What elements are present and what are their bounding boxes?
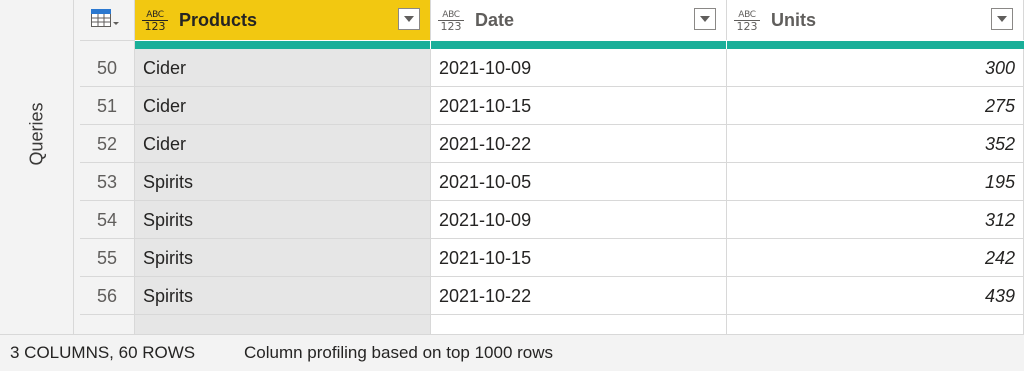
- row-number: [80, 315, 135, 334]
- cell-products[interactable]: Cider: [135, 125, 431, 163]
- table-row[interactable]: 53 Spirits 2021-10-05 195: [80, 163, 1024, 201]
- status-summary: 3 COLUMNS, 60 ROWS: [10, 343, 196, 362]
- cell-products[interactable]: Spirits: [135, 201, 431, 239]
- column-title: Units: [771, 10, 816, 30]
- row-number: 55: [80, 239, 135, 277]
- column-filter-button[interactable]: [398, 8, 420, 30]
- column-quality-bar[interactable]: [727, 41, 1024, 49]
- row-number: 56: [80, 277, 135, 315]
- cell-products[interactable]: Spirits: [135, 163, 431, 201]
- column-filter-button[interactable]: [991, 8, 1013, 30]
- data-grid: ABC 123 Products ABC 123 Date ABC 123 Un…: [80, 0, 1024, 334]
- table-icon: [91, 9, 119, 27]
- table-row[interactable]: 56 Spirits 2021-10-22 439: [80, 277, 1024, 315]
- cell-date[interactable]: [431, 315, 727, 334]
- table-row-partial[interactable]: [80, 315, 1024, 334]
- type-any-icon[interactable]: ABC 123: [734, 10, 760, 32]
- cell-date[interactable]: 2021-10-15: [431, 239, 727, 277]
- cell-date[interactable]: 2021-10-05: [431, 163, 727, 201]
- chevron-down-icon: [700, 16, 710, 22]
- column-header-date[interactable]: ABC 123 Date: [431, 0, 727, 40]
- cell-date[interactable]: 2021-10-09: [431, 201, 727, 239]
- cell-units[interactable]: 300: [727, 49, 1024, 87]
- cell-products[interactable]: Cider: [135, 87, 431, 125]
- cell-units[interactable]: 439: [727, 277, 1024, 315]
- row-number: 51: [80, 87, 135, 125]
- cell-date[interactable]: 2021-10-22: [431, 125, 727, 163]
- chevron-down-icon: [404, 16, 414, 22]
- type-icon-bottom: 123: [142, 20, 168, 32]
- column-title: Date: [475, 10, 515, 30]
- column-title: Products: [179, 10, 258, 30]
- cell-products[interactable]: Spirits: [135, 277, 431, 315]
- column-header-units[interactable]: ABC 123 Units: [727, 0, 1024, 40]
- column-filter-button[interactable]: [694, 8, 716, 30]
- type-icon-top: ABC: [738, 10, 756, 20]
- column-header-products[interactable]: ABC 123 Products: [135, 0, 431, 40]
- type-icon-bottom: 123: [734, 20, 760, 32]
- table-row[interactable]: 52 Cider 2021-10-22 352: [80, 125, 1024, 163]
- type-any-icon[interactable]: ABC 123: [438, 10, 464, 32]
- cell-date[interactable]: 2021-10-15: [431, 87, 727, 125]
- cell-units[interactable]: 275: [727, 87, 1024, 125]
- row-number: 52: [80, 125, 135, 163]
- cell-units[interactable]: 195: [727, 163, 1024, 201]
- cell-units[interactable]: 312: [727, 201, 1024, 239]
- cell-date[interactable]: 2021-10-09: [431, 49, 727, 87]
- row-number: 53: [80, 163, 135, 201]
- cell-products[interactable]: Cider: [135, 49, 431, 87]
- table-row[interactable]: 55 Spirits 2021-10-15 242: [80, 239, 1024, 277]
- cell-products[interactable]: Spirits: [135, 239, 431, 277]
- type-icon-top: ABC: [146, 10, 164, 20]
- cell-units[interactable]: 352: [727, 125, 1024, 163]
- type-icon-bottom: 123: [438, 20, 464, 32]
- type-icon-top: ABC: [442, 10, 460, 20]
- cell-products[interactable]: [135, 315, 431, 334]
- row-number: 50: [80, 49, 135, 87]
- table-row[interactable]: 54 Spirits 2021-10-09 312: [80, 201, 1024, 239]
- row-number: 54: [80, 201, 135, 239]
- column-quality-bar[interactable]: [135, 41, 430, 49]
- type-any-icon[interactable]: ABC 123: [142, 10, 168, 32]
- column-profiling-status[interactable]: Column profiling based on top 1000 rows: [244, 335, 553, 371]
- cell-date[interactable]: 2021-10-22: [431, 277, 727, 315]
- table-row[interactable]: 51 Cider 2021-10-15 275: [80, 87, 1024, 125]
- table-menu-button[interactable]: [80, 0, 135, 41]
- cell-units[interactable]: 242: [727, 239, 1024, 277]
- status-bar: 3 COLUMNS, 60 ROWS Column profiling base…: [0, 334, 1024, 371]
- queries-label[interactable]: Queries: [27, 102, 48, 165]
- table-row[interactable]: 50 Cider 2021-10-09 300: [80, 49, 1024, 87]
- chevron-down-icon: [997, 16, 1007, 22]
- queries-pane[interactable]: Queries: [0, 0, 74, 334]
- cell-units[interactable]: [727, 315, 1024, 334]
- column-quality-bar[interactable]: [431, 41, 726, 49]
